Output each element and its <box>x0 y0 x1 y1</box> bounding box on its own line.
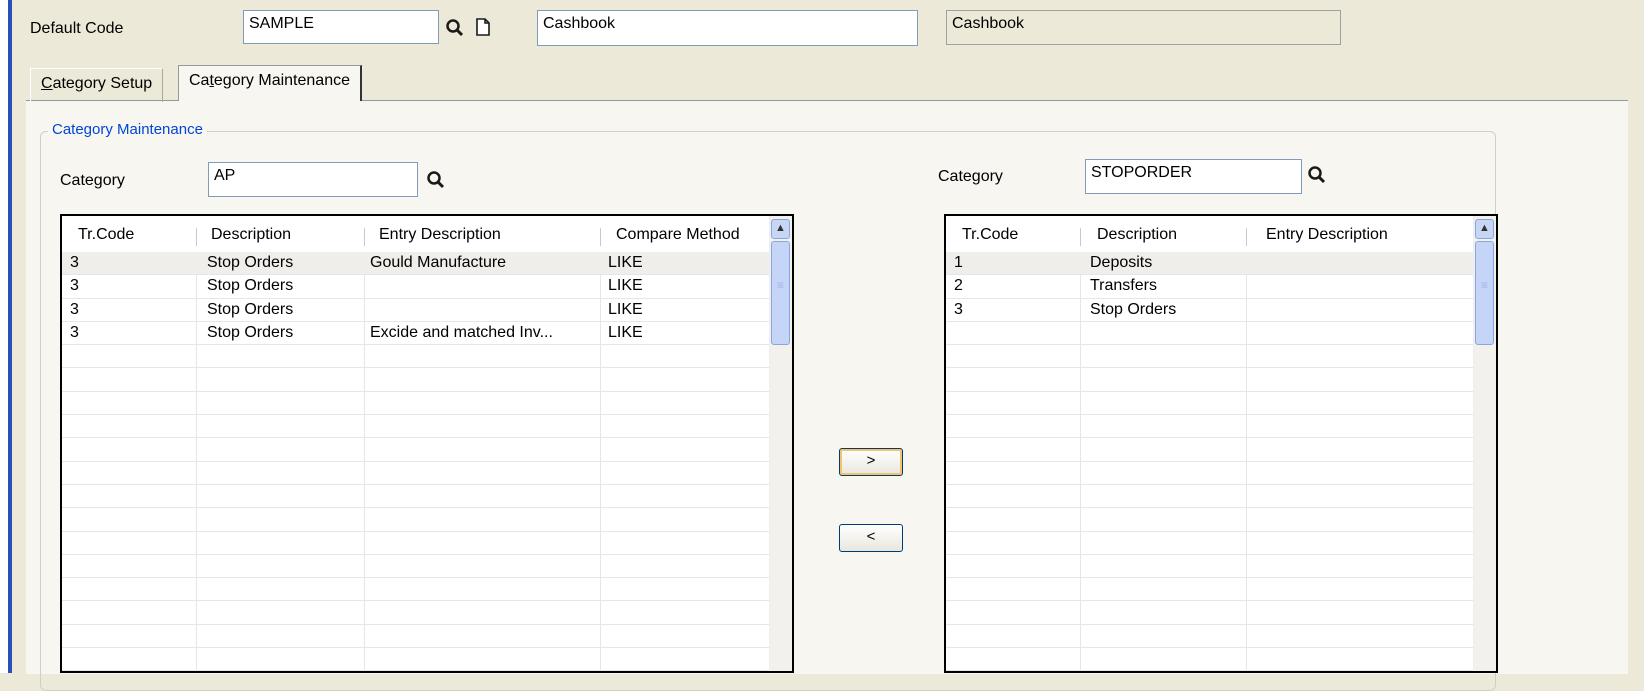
table-cell: Transfers <box>1090 277 1157 295</box>
table-row <box>946 601 1474 625</box>
table-row <box>946 555 1474 579</box>
search-icon[interactable] <box>445 18 465 38</box>
table-row <box>946 648 1474 671</box>
default-code-input[interactable]: SAMPLE <box>243 10 439 44</box>
right-category-label: Category <box>938 168 1003 185</box>
table-cell: LIKE <box>608 323 643 341</box>
vertical-scrollbar[interactable]: ▲ <box>769 216 792 671</box>
vertical-scrollbar[interactable]: ▲ <box>1473 216 1496 671</box>
table-cell <box>364 275 600 298</box>
scroll-up-icon[interactable]: ▲ <box>1475 219 1494 239</box>
grid-header: Tr.Code Description Entry Description <box>946 216 1474 252</box>
move-right-button[interactable]: > <box>839 448 903 476</box>
table-row <box>946 392 1474 416</box>
description-readonly: Cashbook <box>946 10 1341 45</box>
right-transactions-grid[interactable]: Tr.Code Description Entry Description 1 D… <box>944 214 1498 673</box>
column-header-description[interactable]: Description <box>1080 216 1246 252</box>
table-row <box>946 415 1474 439</box>
table-row[interactable]: 2 Transfers <box>946 275 1474 299</box>
table-row[interactable]: 3 Stop Orders Excide and matched Inv... LIK… <box>62 322 770 346</box>
table-row <box>946 345 1474 369</box>
table-row <box>946 462 1474 485</box>
table-row <box>62 392 770 416</box>
table-cell: Stop Orders <box>1090 300 1177 318</box>
window-edge <box>0 0 12 673</box>
scroll-up-icon[interactable]: ▲ <box>771 219 790 239</box>
search-icon[interactable] <box>426 170 446 190</box>
table-cell: Gould Manufacture <box>370 254 507 271</box>
table-row[interactable]: 3 Stop Orders LIKE <box>62 275 770 299</box>
table-row <box>946 625 1474 649</box>
default-code-label: Default Code <box>30 20 124 37</box>
table-row <box>62 415 770 439</box>
grid-rows: 3 Stop Orders Gould Manufacture LIKE 3 Stop O… <box>62 252 770 671</box>
table-cell <box>364 299 600 322</box>
table-row <box>62 532 770 555</box>
table-row <box>946 532 1474 555</box>
new-document-icon[interactable] <box>473 17 493 37</box>
table-cell: 2 <box>954 277 963 295</box>
table-cell: LIKE <box>608 277 643 295</box>
table-row <box>62 438 770 462</box>
table-cell: Stop Orders <box>207 323 294 341</box>
grid-header: Tr.Code Description Entry Description Co… <box>62 216 770 252</box>
table-cell: 3 <box>70 300 79 318</box>
column-header-entry-description[interactable]: Entry Description <box>1246 216 1474 252</box>
table-row <box>946 578 1474 602</box>
table-row <box>62 555 770 579</box>
table-row <box>62 368 770 392</box>
table-cell <box>1246 252 1474 275</box>
table-row <box>62 601 770 625</box>
move-left-button[interactable]: < <box>839 524 903 552</box>
table-cell: LIKE <box>608 300 643 318</box>
table-row[interactable]: 3 Stop Orders Gould Manufacture LIKE <box>62 252 770 276</box>
scroll-thumb[interactable] <box>1475 241 1494 345</box>
left-category-input[interactable]: AP <box>208 162 418 197</box>
table-cell: Stop Orders <box>207 254 294 271</box>
tab-category-setup[interactable]: Category Setup <box>30 68 164 102</box>
table-row <box>62 625 770 649</box>
table-cell: Stop Orders <box>207 277 294 295</box>
scroll-thumb[interactable] <box>771 241 790 345</box>
group-title: Category Maintenance <box>48 121 207 138</box>
table-row <box>62 462 770 485</box>
left-category-label: Category <box>60 172 125 189</box>
table-cell: 3 <box>70 323 79 341</box>
search-icon[interactable] <box>1307 165 1327 185</box>
table-row <box>946 508 1474 532</box>
table-row[interactable]: 1 Deposits <box>946 252 1474 276</box>
table-cell <box>1246 275 1474 298</box>
column-header-compare-method[interactable]: Compare Method <box>600 216 770 252</box>
right-category-input[interactable]: STOPORDER <box>1085 159 1302 194</box>
table-row <box>62 508 770 532</box>
table-row[interactable]: 3 Stop Orders LIKE <box>62 299 770 322</box>
table-cell: Deposits <box>1090 254 1153 271</box>
tab-category-maintenance[interactable]: Category Maintenance <box>178 65 362 101</box>
table-cell: LIKE <box>608 254 643 271</box>
table-cell: 3 <box>70 254 79 271</box>
column-header-trcode[interactable]: Tr.Code <box>946 216 1080 252</box>
column-header-description[interactable]: Description <box>196 216 364 252</box>
column-header-trcode[interactable]: Tr.Code <box>62 216 196 252</box>
table-cell: 3 <box>70 277 79 295</box>
table-row <box>946 438 1474 462</box>
table-cell: Stop Orders <box>207 300 294 318</box>
table-row <box>62 578 770 602</box>
table-row <box>946 368 1474 392</box>
table-row[interactable]: 3 Stop Orders <box>946 299 1474 322</box>
table-cell: 3 <box>954 300 963 318</box>
table-row <box>62 648 770 671</box>
grid-rows: 1 Deposits 2 Transfers 3 Stop Orders <box>946 252 1474 671</box>
left-transactions-grid[interactable]: Tr.Code Description Entry Description Co… <box>60 214 794 673</box>
table-cell: Excide and matched Inv... <box>370 323 553 341</box>
table-row <box>62 485 770 509</box>
table-cell <box>1246 299 1474 322</box>
table-row <box>946 322 1474 346</box>
description-input[interactable]: Cashbook <box>537 10 918 46</box>
table-cell: 1 <box>954 254 963 271</box>
table-row <box>946 485 1474 509</box>
table-row <box>62 345 770 369</box>
column-header-entry-description[interactable]: Entry Description <box>364 216 600 252</box>
